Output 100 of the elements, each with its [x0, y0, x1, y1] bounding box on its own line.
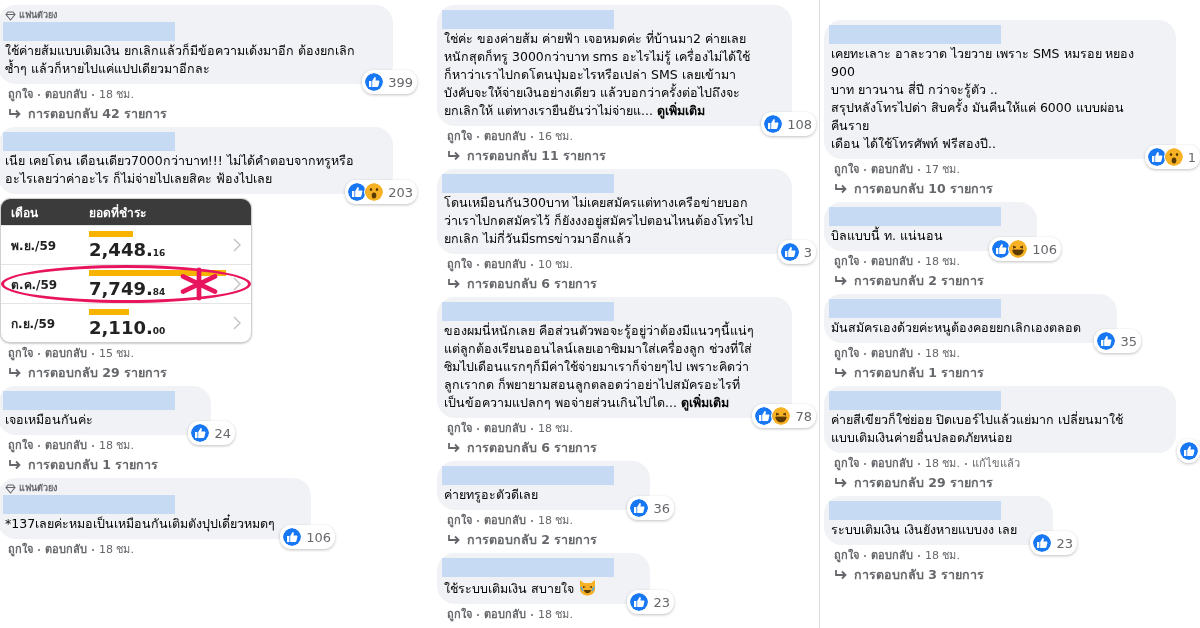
- action-link[interactable]: ตอบกลับ: [484, 257, 526, 272]
- reaction-summary[interactable]: 23: [1030, 531, 1077, 555]
- comment-text: เจอเหมือนกันค่ะ: [5, 412, 93, 427]
- bill-row[interactable]: ก.ย./59 2,110.00: [1, 303, 251, 342]
- diamond-icon: [5, 10, 16, 21]
- action-link[interactable]: ถูกใจ: [8, 438, 33, 453]
- fan-badge-label: แฟนตัวยง: [19, 10, 57, 21]
- meta-text: 18 ชม.: [925, 456, 960, 471]
- action-link[interactable]: ถูกใจ: [447, 421, 472, 436]
- reply-arrow-icon: [834, 274, 848, 287]
- surprised-face-icon: [364, 182, 385, 202]
- month-label: ก.ย./59: [11, 315, 57, 333]
- view-replies-link[interactable]: การตอบกลับ 42 รายการ: [28, 105, 168, 122]
- action-link[interactable]: ตอบกลับ: [871, 346, 913, 361]
- reaction-summary[interactable]: 36: [627, 496, 674, 520]
- reaction-summary[interactable]: 106: [280, 525, 336, 549]
- meta-text: 18 ชม.: [99, 438, 134, 453]
- laughing-cat-icon: [578, 578, 597, 596]
- reaction-summary[interactable]: 24: [188, 421, 235, 445]
- like-icon: [1096, 331, 1117, 351]
- meta-text: 16 ชม.: [538, 129, 573, 144]
- view-replies-link[interactable]: การตอบกลับ 29 รายการ: [854, 474, 994, 491]
- reaction-summary[interactable]: 78: [752, 404, 816, 428]
- reaction-summary[interactable]: 35: [1094, 329, 1141, 353]
- amount-text: 7,749.84: [89, 277, 166, 299]
- reaction-summary[interactable]: 1: [1144, 145, 1200, 169]
- action-link[interactable]: ตอบกลับ: [45, 87, 87, 102]
- comment-text: ของผมนี่หนักเลย คือส่วนตัวพอจะรู้อยู่ว่าต้องมีแนวๆนี้แน่ๆ แต่ลูกต้องเรียนออนไลน์เลยเอาซิมมาใส่เครื่องลูก ช่วงที่ใส่ซิมไปเดือนแรกๆก็มีค่าใช้จ่ายมาเราก็จ่ายๆไป เพราะคิดว่าลูกเรากด ก็พยายามสอนลูกตลอดว่าอย่าไปสมัครอะไรที่เป็นข้อความแปลกๆ พอจ่ายส่วนเกินไปได... ดูเพิ่มเติม: [444, 323, 755, 410]
- action-link[interactable]: ถูกใจ: [834, 548, 859, 563]
- reaction-summary[interactable]: 399: [362, 70, 417, 94]
- action-link[interactable]: ถูกใจ: [8, 542, 33, 557]
- action-link[interactable]: ตอบกลับ: [484, 513, 526, 528]
- action-link[interactable]: ตอบกลับ: [484, 421, 526, 436]
- action-link[interactable]: ถูกใจ: [834, 254, 859, 269]
- diamond-icon: [5, 483, 16, 494]
- action-link[interactable]: ตอบกลับ: [871, 456, 913, 471]
- reaction-summary[interactable]: 203: [345, 180, 417, 204]
- action-link[interactable]: ตอบกลับ: [871, 254, 913, 269]
- action-link[interactable]: ตอบกลับ: [871, 162, 913, 177]
- like-icon: [190, 423, 211, 443]
- action-link[interactable]: ถูกใจ: [834, 162, 859, 177]
- amount-text: 2,448.16: [89, 238, 166, 260]
- comment-text: ใช้ระบบเติมเงิน สบายใจ: [444, 581, 574, 596]
- action-link[interactable]: ถูกใจ: [447, 513, 472, 528]
- month-label: พ.ย./59: [11, 237, 58, 255]
- action-link[interactable]: ถูกใจ: [447, 607, 472, 622]
- reaction-summary[interactable]: 23: [627, 590, 674, 614]
- action-link[interactable]: ถูกใจ: [834, 456, 859, 471]
- comment-text: ระบบเติมเงิน เงินยังหายแบบงง เลย: [831, 522, 1017, 537]
- reply-arrow-icon: [447, 441, 461, 454]
- asterisk-scribble: [179, 267, 219, 301]
- bill-row[interactable]: ต.ค./59 7,749.84: [1, 264, 251, 303]
- action-link[interactable]: ถูกใจ: [8, 87, 33, 102]
- comment-text: ใช้ค่ายส้มแบบเติมเงิน ยกเลิกแล้วก็มีข้อความเด้งมาอีก ต้องยกเลิกซ้ำๆ แล้วก็หายไปแค่แปปเดียวมาอีกละ: [5, 43, 355, 76]
- reaction-summary[interactable]: 108: [761, 112, 816, 136]
- action-link[interactable]: ตอบกลับ: [871, 548, 913, 563]
- action-link[interactable]: ตอบกลับ: [45, 346, 87, 361]
- comment-text: เคยทะเลาะ อาละวาด ไวยวาย เพราะ SMS หมรอย หยอง 900 บาท ยาวนาน สี่ปี กว่าจะรู้ตัว .. สรุปหลังโทรไปด่า สิบครั้ง มันคืนให้แค่ 6000 แบบผ่อนคืนราย เดือน ได้ใช้โทรศัพท์ ฟรีสองปี..: [831, 46, 1136, 151]
- meta-text: 18 ชม.: [99, 542, 134, 557]
- view-replies-link[interactable]: การตอบกลับ 29 รายการ: [28, 364, 168, 381]
- action-link[interactable]: ตอบกลับ: [484, 607, 526, 622]
- reply-arrow-icon: [8, 366, 22, 379]
- action-link[interactable]: ถูกใจ: [8, 346, 33, 361]
- action-link[interactable]: ตอบกลับ: [484, 129, 526, 144]
- reaction-summary[interactable]: [1177, 439, 1200, 463]
- action-link[interactable]: ถูกใจ: [834, 346, 859, 361]
- meta-text: 18 ชม.: [538, 513, 573, 528]
- reply-arrow-icon: [834, 182, 848, 195]
- month-label: ต.ค./59: [11, 276, 59, 294]
- meta-text: 10 ชม.: [538, 257, 573, 272]
- view-replies-link[interactable]: การตอบกลับ 6 รายการ: [467, 275, 598, 292]
- laughing-face-icon: [1008, 239, 1029, 259]
- see-more-link[interactable]: ดูเพิ่มเติม: [656, 103, 705, 118]
- view-replies-link[interactable]: การตอบกลับ 2 รายการ: [854, 272, 985, 289]
- action-link[interactable]: ถูกใจ: [447, 257, 472, 272]
- amount-bar: [89, 230, 133, 237]
- like-icon: [1179, 441, 1199, 461]
- reply-arrow-icon: [8, 107, 22, 120]
- view-replies-link[interactable]: การตอบกลับ 3 รายการ: [854, 566, 985, 583]
- reaction-summary[interactable]: 3: [777, 240, 816, 264]
- action-link[interactable]: ตอบกลับ: [45, 542, 87, 557]
- chevron-icon[interactable]: [233, 277, 241, 291]
- view-replies-link[interactable]: การตอบกลับ 2 รายการ: [467, 531, 598, 548]
- reaction-summary[interactable]: 106: [989, 237, 1061, 261]
- reply-arrow-icon: [447, 533, 461, 546]
- action-link[interactable]: ถูกใจ: [447, 129, 472, 144]
- view-replies-link[interactable]: การตอบกลับ 6 รายการ: [467, 439, 598, 456]
- meta-text: 18 ชม.: [925, 548, 960, 563]
- see-more-link[interactable]: ดูเพิ่มเติม: [680, 395, 729, 410]
- view-replies-link[interactable]: การตอบกลับ 1 รายการ: [854, 364, 985, 381]
- bill-row[interactable]: พ.ย./59 2,448.16: [1, 225, 251, 264]
- view-replies-link[interactable]: การตอบกลับ 1 รายการ: [28, 456, 159, 473]
- action-link[interactable]: ตอบกลับ: [45, 438, 87, 453]
- view-replies-link[interactable]: การตอบกลับ 10 รายการ: [854, 180, 994, 197]
- view-replies-link[interactable]: การตอบกลับ 11 รายการ: [467, 147, 607, 164]
- comment-text: ค่ายสีเขียวก็ใช่ย่อย ปิดเบอร์ไปแล้วแย่มาก เปลี่ยนมาใช้แบบเติมเงินค่ายอื่นปลอดภัยหน่อย: [831, 412, 1123, 445]
- surprised-face-icon: [1163, 147, 1184, 167]
- reply-arrow-icon: [447, 277, 461, 290]
- comment-text: ใช่ค่ะ ของค่ายส้ม ค่ายฟ้า เจอหมดค่ะ ที่บ้านมา2 ค่ายเลย หนักสุดก็ทรู 3000กว่าบาท sms อะไรไม่รู้ เครื่องไม่ได้ใช้ ก็หาว่าเราไปกดโดนปุ่มอะไรหรือเปล่า SMS เลยเข้ามา บังคับจะให้จ่ายเงินอย่างเดียว แล้วบอกว่าครั้งต่อไปถึงจะยกเลิกให้ แต่ทางเรายืนยันว่าไม่จ่ายแ... ดูเพิ่มเติม: [444, 31, 751, 118]
- like-icon: [1146, 147, 1167, 167]
